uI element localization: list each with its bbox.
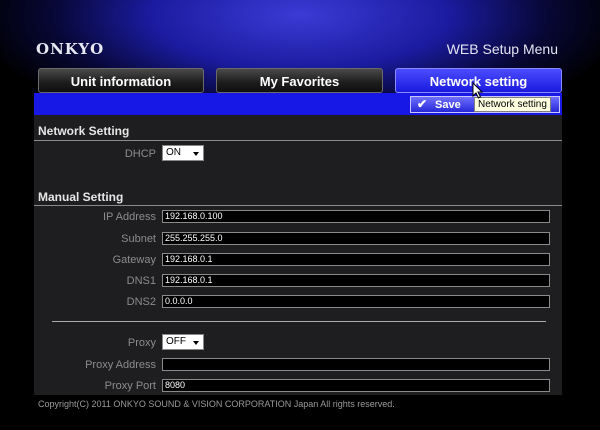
dns1-input[interactable]: 192.168.0.1 bbox=[162, 274, 550, 287]
proxy-address-input[interactable] bbox=[162, 358, 550, 371]
proxy-port-input[interactable]: 8080 bbox=[162, 379, 550, 392]
section-divider bbox=[34, 140, 562, 141]
network-setting-heading: Network Setting bbox=[38, 124, 130, 138]
tooltip: Network setting bbox=[474, 97, 551, 112]
dhcp-select[interactable]: ON bbox=[162, 145, 204, 161]
subnet-label: Subnet bbox=[121, 233, 156, 245]
ip-address-input[interactable]: 192.168.0.100 bbox=[162, 210, 550, 223]
section-divider bbox=[34, 205, 562, 206]
tab-unit-information[interactable]: Unit information bbox=[38, 68, 204, 93]
ip-address-label: IP Address bbox=[103, 211, 156, 223]
proxy-label: Proxy bbox=[127, 337, 156, 349]
dns1-label: DNS1 bbox=[126, 275, 156, 287]
dns2-input[interactable]: 0.0.0.0 bbox=[162, 295, 550, 308]
proxy-select[interactable]: OFF bbox=[162, 334, 204, 350]
mouse-pointer-icon bbox=[472, 82, 484, 99]
onkyo-logo: ONKYO bbox=[36, 40, 105, 58]
page-title: WEB Setup Menu bbox=[446, 41, 558, 57]
chevron-down-icon bbox=[193, 341, 199, 345]
gateway-label: Gateway bbox=[112, 254, 156, 266]
proxy-value: OFF bbox=[166, 336, 186, 347]
proxy-divider bbox=[52, 321, 546, 322]
subnet-input[interactable]: 255.255.255.0 bbox=[162, 232, 550, 245]
save-label: Save bbox=[435, 99, 461, 111]
gateway-input[interactable]: 192.168.0.1 bbox=[162, 253, 550, 266]
dhcp-value: ON bbox=[166, 147, 181, 158]
dhcp-label: DHCP bbox=[124, 148, 156, 160]
proxy-address-label: Proxy Address bbox=[85, 359, 156, 371]
check-icon: ✔ bbox=[417, 97, 428, 111]
copyright-footer: Copyright(C) 2011 ONKYO SOUND & VISION C… bbox=[38, 399, 395, 409]
manual-setting-heading: Manual Setting bbox=[38, 190, 124, 204]
dns2-label: DNS2 bbox=[126, 296, 156, 308]
chevron-down-icon bbox=[193, 152, 199, 156]
proxy-port-label: Proxy Port bbox=[104, 380, 156, 392]
tab-my-favorites[interactable]: My Favorites bbox=[216, 68, 383, 93]
